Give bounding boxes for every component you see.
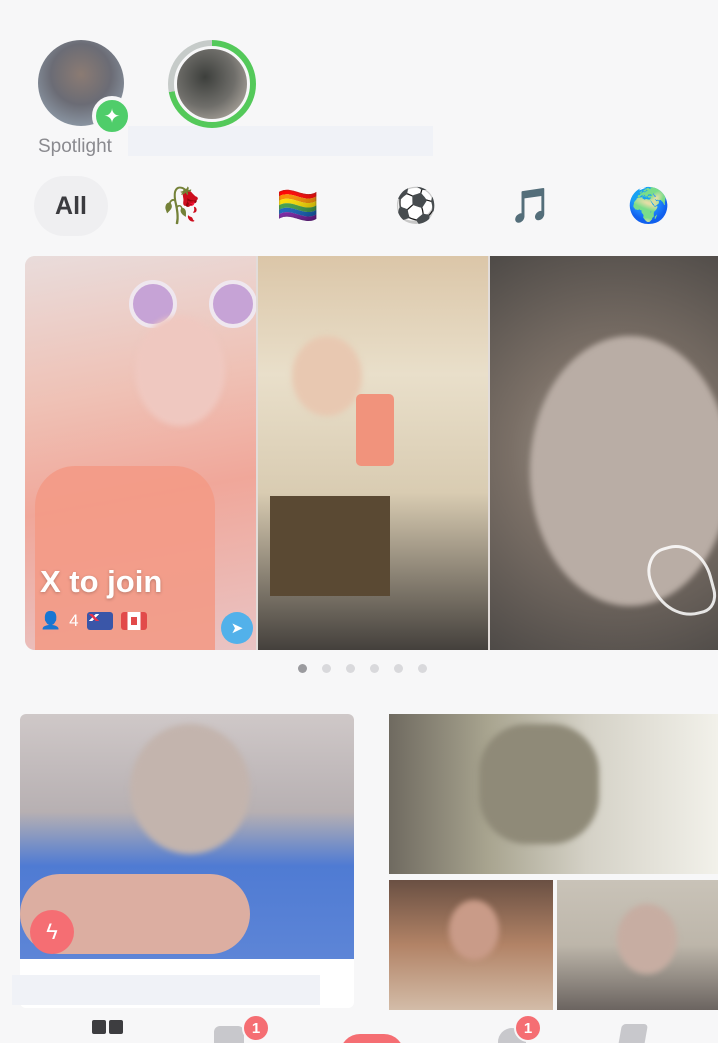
group-card-photo[interactable] [557,880,718,1010]
avatar[interactable] [174,46,250,122]
story-label: Spotlight [38,136,112,157]
flag-canada-icon [120,612,147,630]
group-card-photo[interactable] [389,880,553,1010]
hidden-username [128,126,433,156]
stories-row: ✦ Spotlight [0,0,718,170]
blurred-face [130,724,250,854]
chat-icon[interactable] [214,1026,244,1043]
blurred-face [479,724,599,844]
grid-icon[interactable] [92,1020,123,1034]
blurred-face [292,336,362,416]
music-note-icon[interactable]: 🎵 [501,176,561,236]
notifications-badge: 1 [514,1014,542,1042]
hidden-username [12,975,320,1005]
page-dot[interactable] [394,664,403,673]
story-ring [168,40,256,128]
group-title: X to join [40,564,163,599]
sticker-ear [209,280,256,328]
member-photo [490,256,718,650]
lightning-icon: ϟ [30,910,74,954]
blurred-face [449,900,499,960]
carousel-pagination [298,664,427,673]
featured-group-card[interactable]: X to join 👤 4 ➤ [25,256,718,650]
live-camera-icon[interactable] [340,1034,404,1043]
photo-detail [356,394,394,466]
page-dot[interactable] [322,664,331,673]
page-dot[interactable] [370,664,379,673]
send-icon[interactable]: ➤ [221,612,253,644]
profile-icon[interactable] [616,1024,648,1043]
globe-icon[interactable]: 🌍 [619,176,679,236]
member-count: 4 [69,611,79,630]
wilted-rose-icon[interactable]: 🥀 [152,176,212,236]
member-photo: X to join 👤 4 ➤ [25,256,256,650]
filter-all[interactable]: All [34,176,108,236]
bottom-tab-bar [0,1012,718,1043]
chat-badge: 1 [242,1014,270,1042]
category-filters: All 🥀 🏳️‍🌈 ⚽ 🎵 🌍 [0,176,718,238]
page-dot[interactable] [298,664,307,673]
live-user-card[interactable]: ϟ [20,714,354,1008]
rainbow-flag-icon[interactable]: 🏳️‍🌈 [268,176,328,236]
page-dot[interactable] [346,664,355,673]
person-icon: 👤 [40,611,62,630]
blurred-face [617,904,677,974]
soccer-ball-icon[interactable]: ⚽ [386,176,446,236]
sparkle-icon[interactable]: ✦ [92,96,132,136]
page-dot[interactable] [418,664,427,673]
story-user[interactable] [168,40,256,128]
group-meta: 👤 4 [40,611,147,631]
flag-australia-icon [86,612,113,630]
blurred-face [135,316,225,426]
group-card-photo[interactable] [389,714,718,874]
photo-detail [270,496,390,596]
member-photo [258,256,488,650]
